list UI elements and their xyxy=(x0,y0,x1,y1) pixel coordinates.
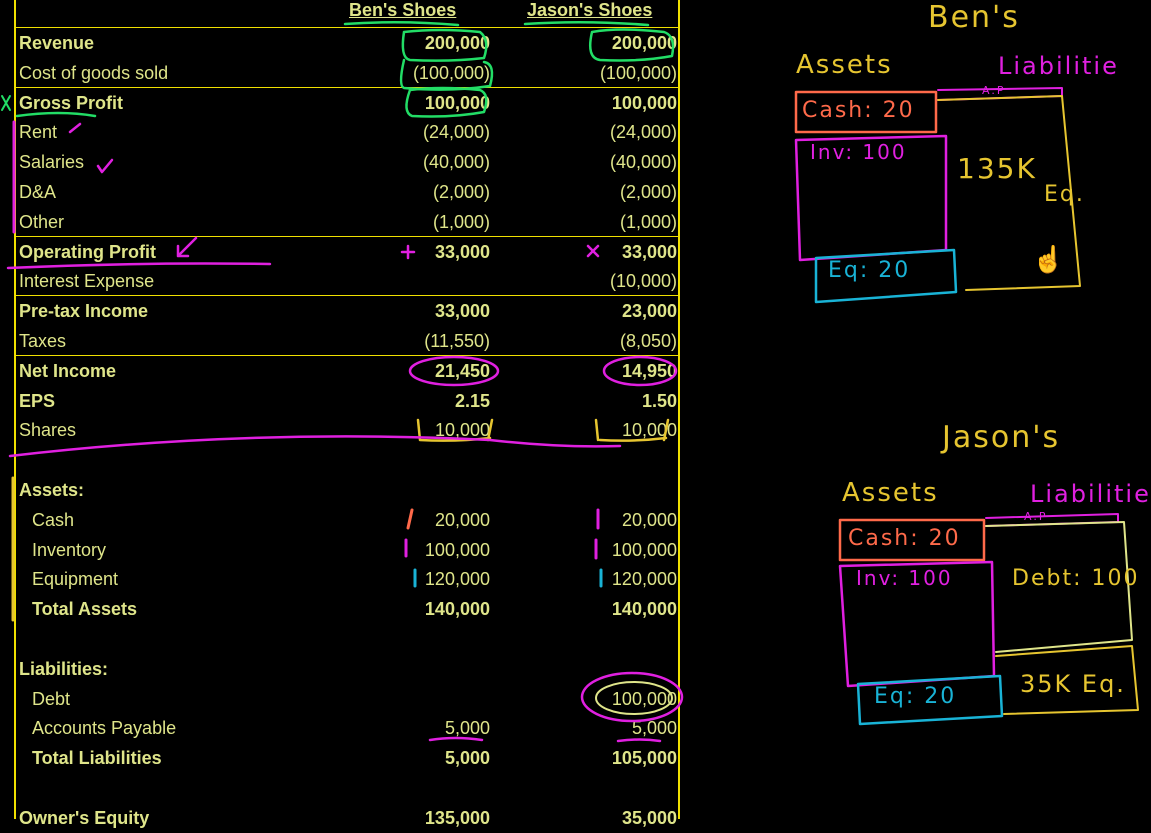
underline-mark xyxy=(343,20,460,27)
tick-mark xyxy=(406,508,414,530)
circle-mark xyxy=(399,58,494,91)
circle-mark xyxy=(405,86,488,118)
star-mark xyxy=(586,244,600,258)
equity-value-label: 35K Eq. xyxy=(1020,670,1126,698)
underline-mark xyxy=(428,736,484,742)
assets-label: Assets xyxy=(842,478,939,508)
arrow-mark xyxy=(176,236,198,258)
equity-label: Eq: 20 xyxy=(874,684,957,709)
box-mark xyxy=(594,418,670,442)
hand-pointer-icon: ☝ xyxy=(1032,244,1065,274)
underline-mark xyxy=(6,262,272,270)
liabilities-label: Liabilitie xyxy=(998,52,1119,80)
circle-mark xyxy=(595,681,673,715)
underline-mark xyxy=(523,20,650,27)
ap-label: A.P xyxy=(1024,510,1048,523)
circle-mark xyxy=(602,355,678,387)
check-mark xyxy=(96,158,114,174)
circle-mark xyxy=(401,28,488,62)
annotations-overlay xyxy=(1,20,1139,743)
equity-value-label: 135K xyxy=(957,152,1037,185)
ap-label: A.P xyxy=(982,84,1006,97)
inventory-label: Inv: 100 xyxy=(856,566,953,590)
star-mark xyxy=(1,95,11,111)
debt-label: Debt: 100 xyxy=(1012,566,1140,591)
cash-label: Cash: 20 xyxy=(848,526,961,551)
assets-label: Assets xyxy=(796,50,893,80)
underline-mark xyxy=(616,738,662,743)
cash-label: Cash: 20 xyxy=(802,98,915,123)
circle-mark xyxy=(589,28,675,62)
underline-mark xyxy=(15,111,97,118)
bens-title: Ben's xyxy=(928,0,1020,35)
liabilities-label: Liabilitie xyxy=(1030,480,1151,508)
equity-abbrev-label: Eq. xyxy=(1044,182,1085,207)
inventory-label: Inv: 100 xyxy=(810,140,907,164)
lesson-canvas: Ben's Shoes Jason's Shoes Revenue 200,000… xyxy=(0,0,1151,828)
circle-mark xyxy=(408,355,500,387)
star-mark xyxy=(400,244,416,260)
check-mark xyxy=(68,122,82,134)
underline-mark xyxy=(8,435,622,458)
jasons-title: Jason's xyxy=(942,420,1061,455)
equity-label: Eq: 20 xyxy=(828,258,911,283)
